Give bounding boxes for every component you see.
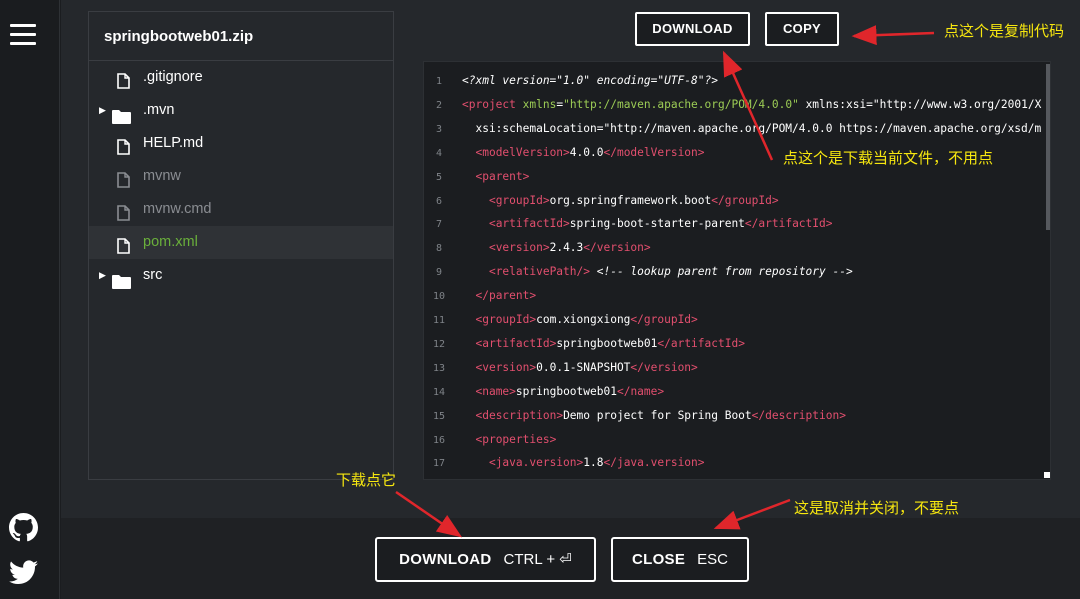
tree-folder[interactable]: ▶ .mvn: [89, 94, 393, 127]
download-shortcut: CTRL + ⏎: [503, 551, 572, 568]
tree-file[interactable]: mvnw: [89, 160, 393, 193]
archive-title: springbootweb01.zip: [89, 12, 393, 61]
code-line: 12 <artifactId>springbootweb01</artifact…: [424, 332, 1044, 356]
download-button[interactable]: DOWNLOAD CTRL + ⏎: [375, 537, 596, 582]
download-file-note: 点这个是下载当前文件，不用点: [783, 149, 994, 167]
tree-item-label: mvnw.cmd: [143, 201, 212, 217]
code-text: <modelVersion>4.0.0</modelVersion>: [475, 145, 705, 159]
tree-item-label: src: [143, 267, 163, 283]
code-text: </parent>: [475, 289, 537, 303]
copy-button[interactable]: COPY: [765, 12, 839, 46]
code-line: 5 <parent>: [424, 165, 1044, 189]
code-line: 11 <groupId>com.xiongxiong</groupId>: [424, 308, 1044, 332]
code-text: <parent>: [475, 169, 530, 183]
file-icon: [117, 201, 130, 221]
code-line: 2 <project xmlns="http://maven.apache.org…: [424, 93, 1044, 117]
file-tree: springbootweb01.zip .gitignore ▶ .mvn HELP.…: [88, 11, 394, 480]
code-line: 1 <?xml version="1.0" encoding="UTF-8"?>: [424, 69, 1044, 93]
line-number: 8: [435, 243, 443, 255]
tree-folder[interactable]: ▶ src: [89, 259, 393, 292]
download-note: 下载点它: [336, 471, 397, 489]
code-text: <properties>: [475, 432, 557, 446]
code-line: 9 <relativePath/> <!-- lookup parent fro…: [424, 260, 1044, 284]
tree-file[interactable]: mvnw.cmd: [89, 193, 393, 226]
code-line: 16 <properties>: [424, 428, 1044, 452]
line-number: 2: [435, 99, 443, 111]
download-button-label: DOWNLOAD: [399, 551, 492, 568]
line-number: 17: [432, 458, 446, 470]
tree-item-label: mvnw: [143, 168, 181, 184]
vertical-scrollbar[interactable]: [1046, 64, 1050, 230]
code-text: <project xmlns="http://maven.apache.org/…: [462, 97, 1042, 111]
code-line: 13 <version>0.0.1-SNAPSHOT</version>: [424, 356, 1044, 380]
folder-icon: [112, 104, 131, 124]
code-text: <artifactId>spring-boot-starter-parent</…: [488, 217, 833, 231]
code-text: <groupId>org.springframework.boot</group…: [488, 193, 779, 207]
code-text: <description>Demo project for Spring Boo…: [475, 408, 846, 422]
code-text: xsi:schemaLocation="http://maven.apache.…: [462, 121, 1042, 135]
code-line: 15 <description>Demo project for Spring …: [424, 404, 1044, 428]
line-number: 15: [432, 410, 446, 422]
line-number: 10: [432, 291, 446, 303]
code-text: <relativePath/> <!-- lookup parent from …: [488, 265, 853, 279]
hamburger-menu-icon[interactable]: [10, 24, 36, 46]
line-number: 5: [435, 171, 443, 183]
tree-file[interactable]: pom.xml: [89, 226, 393, 259]
copy-note: 点这个是复制代码: [944, 22, 1065, 40]
line-number: 1: [435, 76, 443, 87]
line-number: 12: [432, 338, 446, 350]
line-number: 13: [432, 362, 446, 374]
line-number: 14: [432, 386, 446, 398]
code-line: 17 <java.version>1.8</java.version>: [424, 451, 1044, 475]
code-line: 7 <artifactId>spring-boot-starter-parent…: [424, 212, 1044, 236]
code-text: <java.version>1.8</java.version>: [488, 456, 705, 470]
file-icon: [117, 168, 130, 188]
code-text: <artifactId>springbootweb01</artifactId>: [475, 336, 745, 350]
close-note: 这是取消并关闭，不要点: [794, 499, 960, 517]
github-icon[interactable]: [9, 513, 38, 542]
chevron-right-icon[interactable]: ▶: [99, 259, 106, 292]
code-line: 14 <name>springbootweb01</name>: [424, 380, 1044, 404]
folder-icon: [112, 269, 131, 289]
code-text: <version>0.0.1-SNAPSHOT</version>: [475, 360, 698, 374]
code-line: 6 <groupId>org.springframework.boot</gro…: [424, 189, 1044, 213]
tree-file[interactable]: .gitignore: [89, 61, 393, 94]
file-icon: [117, 234, 130, 254]
code-text: <version>2.4.3</version>: [488, 241, 651, 255]
tree-item-label: .mvn: [143, 102, 175, 118]
line-number: 11: [432, 315, 446, 326]
file-tree-list: .gitignore ▶ .mvn HELP.md mvnw mvnw.cmd pom.xm…: [89, 61, 393, 292]
line-number: 7: [435, 219, 443, 231]
download-file-button[interactable]: DOWNLOAD: [635, 12, 750, 46]
line-number: 4: [435, 147, 443, 159]
close-shortcut: ESC: [697, 551, 729, 568]
left-rail: [0, 0, 60, 599]
tree-item-label: .gitignore: [143, 69, 203, 85]
tree-item-label: pom.xml: [143, 234, 198, 250]
line-number: 16: [432, 434, 446, 446]
resize-handle[interactable]: [1044, 472, 1050, 478]
tree-file[interactable]: HELP.md: [89, 127, 393, 160]
code-viewer[interactable]: 1 <?xml version="1.0" encoding="UTF-8"?> 2…: [423, 61, 1051, 480]
twitter-icon[interactable]: [9, 560, 38, 585]
close-button[interactable]: CLOSE ESC: [611, 537, 749, 582]
code-text: <?xml version="1.0" encoding="UTF-8"?>: [462, 74, 718, 87]
code-line: 8 <version>2.4.3</version>: [424, 236, 1044, 260]
code-line: 3 xsi:schemaLocation="http://maven.apach…: [424, 117, 1044, 141]
line-number: 3: [435, 123, 443, 135]
file-icon: [117, 69, 130, 89]
line-number: 9: [435, 267, 443, 279]
code-line: 10 </parent>: [424, 284, 1044, 308]
code-text: <name>springbootweb01</name>: [475, 384, 665, 398]
code-text: <groupId>com.xiongxiong</groupId>: [475, 313, 698, 326]
line-number: 6: [435, 195, 443, 207]
tree-item-label: HELP.md: [143, 135, 204, 151]
close-button-label: CLOSE: [631, 551, 686, 568]
file-icon: [117, 135, 130, 155]
chevron-right-icon[interactable]: ▶: [99, 94, 106, 127]
